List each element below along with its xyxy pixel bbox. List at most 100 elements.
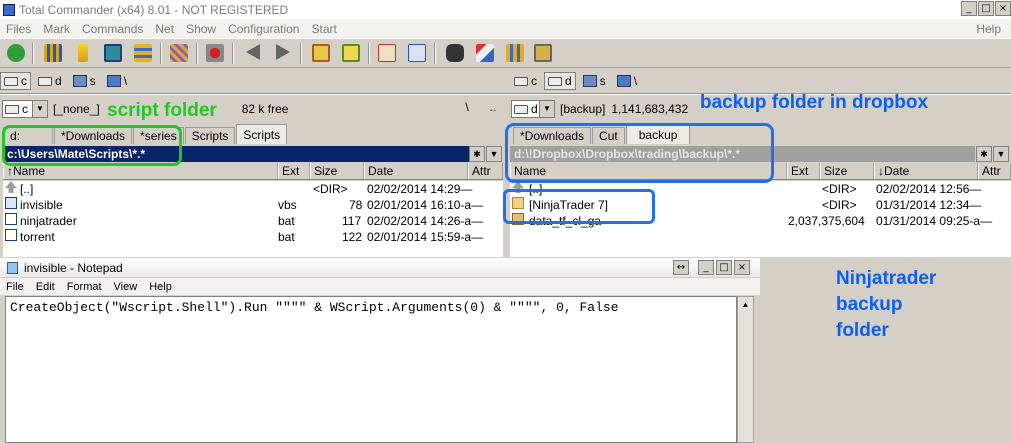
find-icon[interactable] [446, 44, 464, 62]
right-history-star-button[interactable]: ✱ [976, 146, 992, 162]
forward-arrow-icon[interactable] [276, 44, 290, 60]
drive-icon [5, 104, 19, 114]
thumbnail-view-icon[interactable] [104, 44, 122, 62]
right-col-size[interactable]: Size [820, 163, 874, 179]
ftp-icon[interactable] [378, 44, 396, 62]
window-title: Total Commander (x64) 8.01 - NOT REGISTE… [19, 2, 289, 17]
sync-dirs-icon[interactable] [506, 44, 524, 62]
menu-commands[interactable]: Commands [76, 22, 149, 36]
tree-view-icon[interactable] [134, 44, 152, 62]
invert-selection-icon[interactable] [170, 44, 188, 62]
app-icon [3, 3, 15, 16]
network-drive-icon [582, 75, 597, 87]
notepad-menu-help[interactable]: Help [143, 281, 178, 293]
url-icon[interactable] [408, 44, 426, 62]
left-drive-network[interactable]: \ [103, 72, 131, 90]
network-drive-icon [72, 75, 87, 87]
table-row[interactable]: invisible vbs 78 02/01/2014 16:10-a— [3, 197, 503, 213]
notepad-close-button[interactable]: × [734, 260, 750, 275]
right-drive-s[interactable]: s [579, 72, 610, 90]
up-dir-icon [5, 181, 17, 193]
back-arrow-icon[interactable] [246, 44, 260, 60]
pack-icon[interactable] [312, 44, 330, 62]
brief-view-icon[interactable] [44, 44, 62, 62]
bat-file-icon [5, 229, 17, 241]
script-folder-highlight [2, 125, 182, 166]
menu-mark[interactable]: Mark [37, 22, 76, 36]
left-drive-combo[interactable]: c ▼ [2, 100, 48, 118]
menu-show[interactable]: Show [180, 22, 222, 36]
minimize-button[interactable]: _ [961, 1, 977, 16]
close-button[interactable]: × [995, 1, 1011, 16]
left-free-space: 82 k free [241, 102, 289, 116]
menu-net[interactable]: Net [149, 22, 180, 36]
left-drive-d[interactable]: d [34, 72, 66, 90]
table-row[interactable]: torrent bat 122 02/01/2014 15:59-a— [3, 229, 503, 245]
left-drive-bar: c d s \ [0, 70, 505, 92]
drive-icon [548, 76, 562, 86]
menu-bar: Files Mark Commands Net Show Configurati… [0, 19, 1011, 38]
ninjatrader-folder-highlight [503, 189, 655, 224]
chevron-down-icon: ▼ [539, 101, 554, 117]
left-history-star-button[interactable]: ✱ [469, 146, 485, 162]
maximize-button[interactable]: □ [978, 1, 994, 16]
right-drive-combo[interactable]: d ▼ [511, 100, 555, 118]
menu-help[interactable]: Help [970, 22, 1007, 36]
toolbar [0, 38, 1011, 68]
left-tab-scripts[interactable]: Scripts [184, 127, 236, 144]
left-path-row: c ▼ [_none_] 82 k free [2, 99, 482, 119]
table-row[interactable]: [..] <DIR> 02/02/2014 14:29— [3, 181, 503, 197]
right-history-dropdown[interactable]: ▼ [993, 146, 1009, 162]
notepad-menu-edit[interactable]: Edit [30, 281, 61, 293]
chevron-down-icon: ▼ [32, 101, 47, 117]
full-view-icon[interactable] [78, 44, 88, 62]
right-col-date[interactable]: ↓Date [874, 163, 978, 179]
right-col-attr[interactable]: Attr [978, 163, 1011, 179]
left-tab-scripts-active[interactable]: Scripts [236, 124, 288, 144]
notepad-menu-bar: File Edit Format View Help [0, 278, 760, 295]
unpack-icon[interactable] [342, 44, 360, 62]
right-free-space: 1,141,683,432 [611, 102, 689, 116]
left-col-size[interactable]: Size [310, 163, 364, 179]
right-volume-label: [backup] [560, 102, 606, 116]
notepad-title-bar: invisible - Notepad ↔ _ □ × [0, 258, 760, 278]
left-col-date[interactable]: Date [364, 163, 468, 179]
notepad-text-area[interactable]: CreateObject("Wscript.Shell").Run """" &… [5, 296, 737, 443]
notepad-menu-format[interactable]: Format [61, 281, 108, 293]
left-drive-s[interactable]: s [69, 72, 100, 90]
notepad-menu-view[interactable]: View [108, 281, 144, 293]
menu-files[interactable]: Files [0, 22, 37, 36]
toolbar-separator [32, 43, 34, 64]
notepad-minimize-button[interactable]: _ [698, 260, 714, 275]
toolbar-separator [196, 43, 198, 64]
right-drive-d[interactable]: d [544, 72, 576, 90]
compare-icon[interactable] [206, 44, 224, 62]
right-drive-network[interactable]: \ [613, 72, 641, 90]
rename-icon[interactable] [476, 44, 494, 62]
refresh-icon[interactable] [7, 44, 25, 62]
left-root-button[interactable]: \ [458, 99, 476, 117]
notepad-icon [7, 262, 18, 274]
right-drive-c[interactable]: c [510, 72, 541, 90]
table-row[interactable]: ninjatrader bat 117 02/02/2014 14:26-a— [3, 213, 503, 229]
drive-icon [514, 76, 528, 86]
left-col-attr[interactable]: Attr [468, 163, 503, 179]
network-icon [616, 75, 631, 87]
notepad-maximize-button[interactable]: □ [716, 260, 732, 275]
notepad-resize-button[interactable]: ↔ [673, 260, 689, 275]
drive-icon [514, 104, 528, 114]
left-col-ext[interactable]: Ext [278, 163, 310, 179]
notepad-scrollbar[interactable]: ▲ [737, 296, 754, 443]
left-drive-c[interactable]: c [0, 72, 31, 90]
right-col-ext[interactable]: Ext [787, 163, 820, 179]
multi-rename-icon[interactable] [534, 44, 552, 62]
scroll-up-icon[interactable]: ▲ [738, 297, 753, 312]
left-parent-button[interactable]: .. [484, 99, 502, 117]
toolbar-separator [232, 43, 234, 64]
menu-configuration[interactable]: Configuration [222, 22, 305, 36]
notepad-menu-file[interactable]: File [0, 281, 30, 293]
vbs-file-icon [5, 197, 17, 209]
drive-icon [38, 76, 52, 86]
left-history-dropdown[interactable]: ▼ [486, 146, 502, 162]
menu-start[interactable]: Start [305, 22, 342, 36]
